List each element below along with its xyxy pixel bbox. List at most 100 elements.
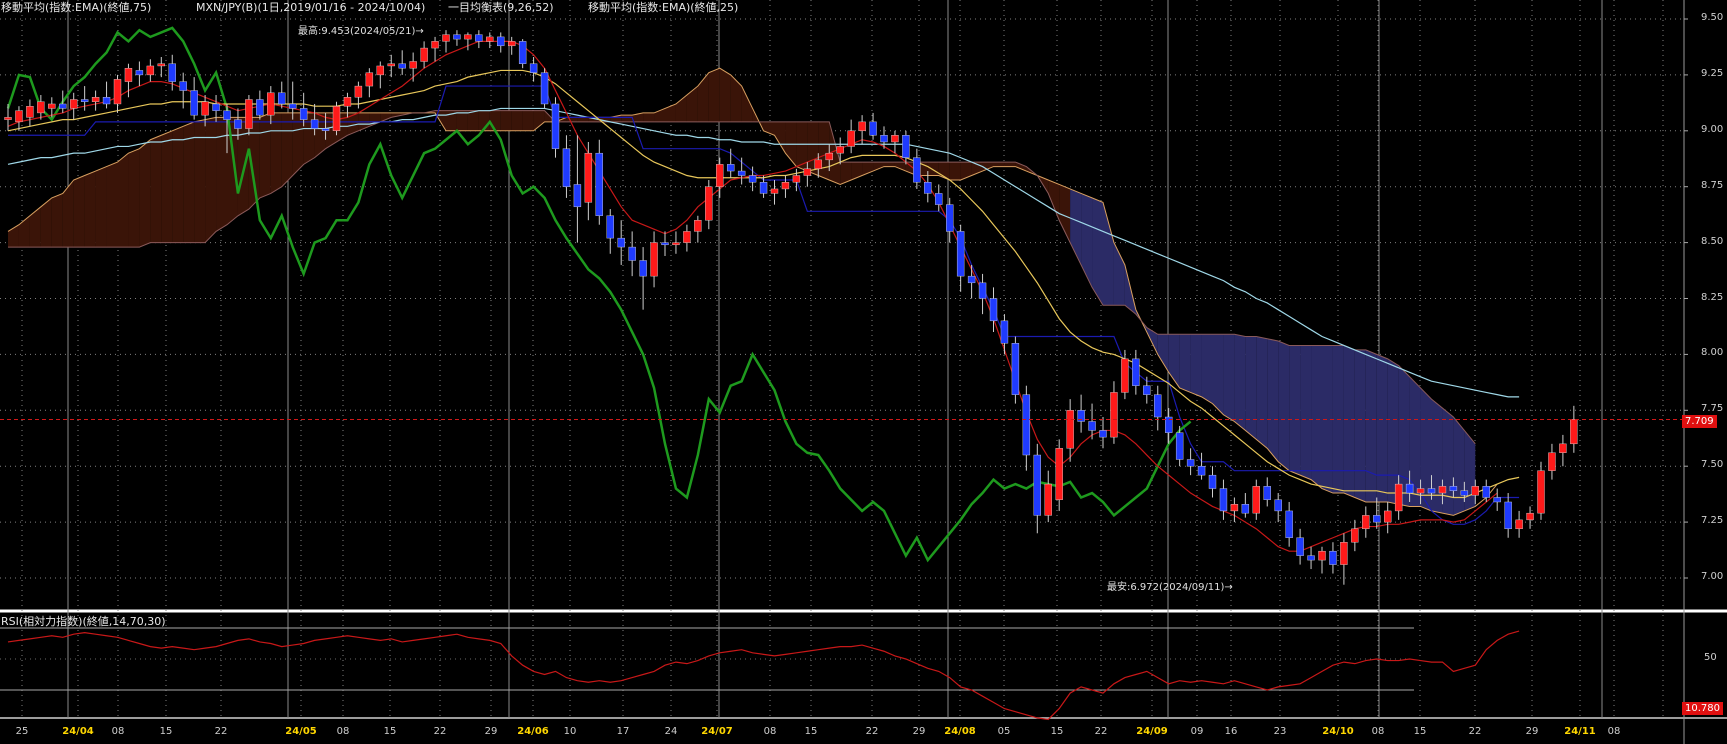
candle-body <box>102 97 111 105</box>
kumo-segment <box>796 121 808 172</box>
kumo-segment <box>1289 345 1301 476</box>
kumo-segment <box>128 148 140 248</box>
candle-body <box>628 246 636 261</box>
kumo-segment <box>84 171 96 248</box>
candle-body <box>1022 394 1031 456</box>
candle-body <box>1504 501 1512 530</box>
candle-body <box>748 175 757 183</box>
x-tick-label: 15 <box>383 726 397 737</box>
candle-body <box>869 121 877 136</box>
candle-body <box>814 159 822 170</box>
x-tick-label: 22 <box>1094 726 1108 737</box>
candle-body <box>1241 504 1250 514</box>
candle-body <box>497 36 505 47</box>
candle-body <box>245 99 253 129</box>
candle-body <box>1526 512 1534 521</box>
candle-body <box>464 34 472 40</box>
candle-body <box>716 164 724 187</box>
candle-body <box>1208 474 1217 489</box>
candle-body <box>1219 488 1228 512</box>
kumo-segment <box>106 162 118 248</box>
kumo-segment <box>643 112 655 122</box>
candle-body <box>69 99 78 109</box>
candle-body <box>310 119 319 129</box>
candle-body <box>26 106 34 118</box>
candle-body <box>1132 358 1140 386</box>
candle-body <box>1394 483 1403 512</box>
candle-body <box>234 119 242 129</box>
x-tick-label: 23 <box>1273 726 1287 737</box>
candle-body <box>365 72 374 87</box>
x-tick-label: 24/04 <box>62 726 94 737</box>
candle-body <box>913 157 921 183</box>
candle-body <box>508 41 516 47</box>
candle-body <box>1482 486 1490 498</box>
candle-body <box>289 103 297 109</box>
kumo-segment <box>1343 345 1355 498</box>
price-chart-svg[interactable] <box>0 0 1727 744</box>
kumo-segment <box>139 139 151 248</box>
candle-body <box>1055 448 1063 500</box>
candle-body <box>1296 537 1304 556</box>
candle-body <box>781 182 790 190</box>
kumo-segment <box>456 110 468 131</box>
candle-body <box>1515 519 1523 530</box>
candle-body <box>891 135 899 143</box>
candle-body <box>1011 343 1020 395</box>
y-tick-label: 7.50 <box>1701 459 1724 471</box>
x-tick-label: 29 <box>484 726 498 737</box>
candle-body <box>409 61 417 69</box>
kumo-segment <box>719 68 731 122</box>
y-tick-label: 7.00 <box>1701 571 1724 582</box>
candle-body <box>792 175 801 183</box>
candle-body <box>759 182 768 194</box>
kumo-segment <box>117 153 129 248</box>
candle-body <box>1570 419 1578 445</box>
x-tick-label: 16 <box>1224 726 1238 737</box>
y-tick-label: 7.75 <box>1701 403 1724 415</box>
kumo-segment <box>161 130 173 243</box>
x-tick-label: 15 <box>1050 726 1064 737</box>
kumo-segment <box>1442 408 1454 516</box>
x-tick-label: 15 <box>804 726 818 737</box>
kumo-segment <box>1387 358 1399 505</box>
candle-body <box>1383 510 1392 523</box>
candle-body <box>1438 486 1447 494</box>
candle-body <box>562 148 571 187</box>
candle-body <box>1197 466 1206 476</box>
x-tick-label: 08 <box>763 726 777 737</box>
candle-body <box>1329 550 1337 565</box>
candle-body <box>902 135 910 158</box>
candle-body <box>1537 470 1545 514</box>
candle-body <box>683 231 691 243</box>
candle-body <box>113 79 122 105</box>
candle-body <box>1559 443 1567 453</box>
candle-body <box>1143 385 1151 395</box>
x-tick-label: 24/05 <box>285 726 317 737</box>
candle-body <box>584 152 593 203</box>
kumo-segment <box>95 166 107 248</box>
candle-body <box>354 85 363 98</box>
kumo-segment <box>1190 334 1202 397</box>
kumo-segment <box>1223 334 1235 422</box>
x-tick-label: 24/06 <box>517 726 549 737</box>
candle-body <box>1088 421 1096 431</box>
x-tick-label: 08 <box>336 726 350 737</box>
candle-body <box>529 63 538 73</box>
candle-body <box>639 260 647 277</box>
x-tick-label: 22 <box>433 726 447 737</box>
candle-body <box>1493 497 1501 503</box>
candle-body <box>179 81 187 91</box>
candle-body <box>332 106 341 132</box>
candle-body <box>1099 430 1107 438</box>
candle-body <box>299 108 308 120</box>
candle-body <box>212 103 220 111</box>
x-tick-label: 08 <box>111 726 125 737</box>
candle-body <box>551 103 560 149</box>
candle-body <box>398 63 406 69</box>
candle-body <box>924 182 932 194</box>
candle-body <box>880 135 888 143</box>
x-tick-label: 08 <box>1607 726 1621 737</box>
candle-body <box>267 92 275 116</box>
x-tick-label: 24/07 <box>701 726 733 737</box>
